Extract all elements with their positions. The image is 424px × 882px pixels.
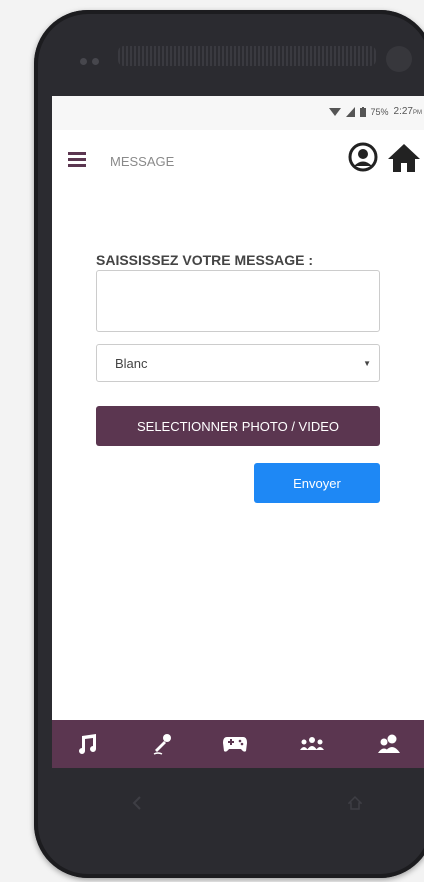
clock: 2:27PM (394, 106, 422, 117)
microphone-icon (153, 734, 171, 755)
chevron-down-icon: ▼ (363, 359, 371, 368)
select-photo-video-button[interactable]: SELECTIONNER PHOTO / VIDEO (96, 406, 380, 446)
nav-group[interactable] (297, 730, 327, 758)
app-screen: 75% 2:27PM MESSAGE SAISSISSEZ VOTRE MESS… (52, 96, 424, 768)
message-label: SAISSISSEZ VOTRE MESSAGE : (96, 252, 314, 268)
sensor-dot (92, 58, 99, 65)
send-button[interactable]: Envoyer (254, 463, 380, 503)
app-bar: MESSAGE (52, 130, 424, 190)
music-note-icon (79, 734, 96, 754)
bottom-nav (52, 720, 424, 768)
battery-icon (359, 106, 366, 117)
message-textarea[interactable] (96, 270, 380, 332)
signal-icon (345, 106, 355, 117)
page-title: MESSAGE (110, 154, 175, 169)
status-bar: 75% 2:27PM (52, 96, 424, 130)
friends-icon (378, 734, 400, 753)
gamepad-icon (223, 737, 247, 752)
home-key-icon[interactable] (348, 796, 362, 810)
front-camera (386, 46, 412, 72)
user-circle-icon[interactable] (348, 142, 378, 172)
nav-karaoke[interactable] (147, 730, 177, 758)
wifi-icon (328, 107, 341, 116)
color-select[interactable]: Blanc ▼ (96, 344, 380, 382)
nav-friends[interactable] (374, 730, 404, 758)
nav-music[interactable] (72, 730, 102, 758)
nav-games[interactable] (220, 730, 250, 758)
home-icon[interactable] (386, 142, 422, 174)
color-select-value: Blanc (115, 356, 148, 371)
hamburger-menu-icon[interactable] (68, 152, 86, 167)
clock-suffix: PM (413, 110, 422, 116)
back-arrow-icon[interactable] (130, 796, 144, 810)
sensor-dot (80, 58, 87, 65)
battery-percent: 75% (370, 106, 389, 117)
earpiece-speaker (118, 46, 376, 66)
clock-time: 2:27 (393, 106, 413, 117)
group-icon (300, 737, 324, 750)
